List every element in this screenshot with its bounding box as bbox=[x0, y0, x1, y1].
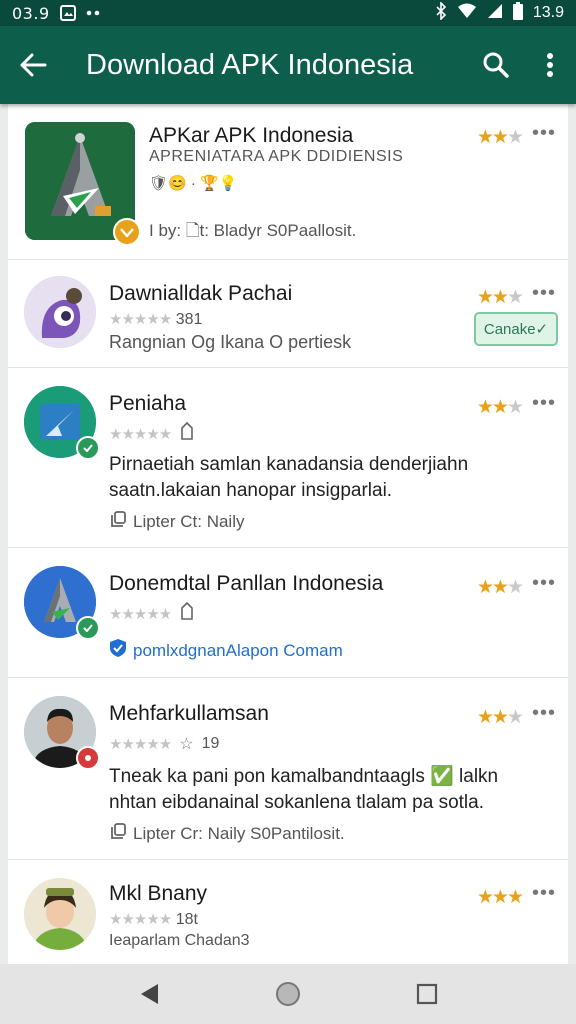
app-name: Mehfarkullamsan bbox=[109, 702, 269, 725]
status-badge bbox=[76, 746, 100, 770]
signal-icon bbox=[487, 3, 503, 24]
update-button[interactable]: Canake✓ bbox=[474, 312, 558, 346]
list-item[interactable]: Peniaha ★★★★★ Pirnaetiah samlan kanadans… bbox=[8, 368, 568, 548]
app-rating-row: ★★★★★ bbox=[109, 601, 195, 625]
app-rating-row: ★★★★★ 18t bbox=[109, 910, 198, 929]
rating-stars: ★★★ bbox=[476, 887, 524, 908]
app-meta: Lipter Ct: Naily bbox=[133, 511, 245, 531]
rating-count: 381 bbox=[175, 311, 203, 328]
back-arrow-icon[interactable] bbox=[0, 26, 66, 104]
app-sub-line: Rangnian Og Ikana O pertiesk bbox=[109, 332, 352, 352]
app-icon bbox=[24, 276, 96, 348]
app-rating-row: ★★★★★ 381 bbox=[109, 310, 202, 329]
recents-square-icon[interactable] bbox=[402, 969, 452, 1019]
app-list: APKar APK Indonesia APRENIATARA APK DDID… bbox=[8, 104, 568, 964]
battery-icon bbox=[512, 1, 523, 25]
developer-avatar bbox=[24, 878, 96, 950]
more-options-icon[interactable]: ••• bbox=[532, 392, 556, 415]
app-sub-line: Ieaparlam Chadan3 bbox=[109, 932, 250, 949]
list-item[interactable]: Dawnialldak Pachai ★★★★★ 381 Rangnian Og… bbox=[8, 260, 568, 368]
star-outline-icon: ☆ bbox=[179, 736, 194, 753]
bluetooth-icon bbox=[435, 0, 447, 25]
app-name: APKar APK Indonesia bbox=[149, 124, 354, 147]
copy-icon bbox=[109, 822, 127, 845]
home-circle-icon[interactable] bbox=[263, 969, 313, 1019]
app-meta: Lipter Cr: Naily S0Pantilosit. bbox=[133, 823, 345, 843]
wifi-icon bbox=[457, 3, 477, 24]
status-time-left: 03.9 bbox=[12, 3, 50, 23]
rating-stars: ★★★ bbox=[476, 577, 524, 598]
rating-stars-small: ★★★★★ bbox=[109, 736, 172, 753]
app-description: Pirnaetiah samlan kanadansia denderjiahn… bbox=[109, 454, 469, 501]
system-nav-bar bbox=[0, 964, 576, 1024]
app-description: Tneak ka pani pon kamalbandntaagls ✅ lal… bbox=[109, 766, 499, 813]
list-item[interactable]: Mehfarkullamsan ★★★★★ ☆ 19 Tneak ka pani… bbox=[8, 678, 568, 860]
app-meta-row: Lipter Ct: Naily bbox=[109, 510, 244, 533]
list-item[interactable]: APKar APK Indonesia APRENIATARA APK DDID… bbox=[8, 104, 568, 260]
more-vert-icon[interactable] bbox=[524, 26, 576, 104]
search-icon[interactable] bbox=[468, 26, 524, 104]
app-icon bbox=[24, 566, 100, 640]
shield-icon bbox=[109, 638, 127, 663]
status-time-right: 13.9 bbox=[532, 4, 564, 21]
app-meta-row: Lipter Cr: Naily S0Pantilosit. bbox=[109, 822, 345, 845]
rating-stars-small: ★★★★★ bbox=[109, 425, 172, 443]
app-name: Donemdtal Panllan Indonesia bbox=[109, 572, 384, 595]
app-bar: Download APK Indonesia bbox=[0, 26, 576, 104]
app-icon bbox=[24, 386, 100, 460]
app-rating-row: ★★★★★ ☆ 19 bbox=[109, 734, 219, 754]
gallery-notification-icon bbox=[59, 5, 76, 21]
developer-avatar bbox=[24, 696, 100, 770]
app-name: Peniaha bbox=[109, 392, 187, 415]
bookmark-icon bbox=[179, 421, 195, 445]
app-link-row[interactable]: pomlxdgnanAlapon Comam bbox=[109, 638, 343, 663]
rating-stars-small: ★★★★★ bbox=[109, 605, 172, 623]
verified-badge-icon bbox=[76, 616, 100, 640]
verified-badge-icon bbox=[76, 436, 100, 460]
more-options-icon[interactable]: ••• bbox=[532, 122, 556, 145]
status-bar: 03.9 13.9 bbox=[0, 0, 576, 26]
app-logo bbox=[25, 122, 141, 246]
app-name: Mkl Bnany bbox=[109, 882, 208, 905]
verified-badge-icon bbox=[113, 218, 141, 246]
rating-stars: ★★★ bbox=[476, 127, 524, 148]
more-options-icon[interactable]: ••• bbox=[532, 282, 556, 305]
list-item[interactable]: Mkl Bnany ★★★★★ 18t Ieaparlam Chadan3 ★★… bbox=[8, 860, 568, 964]
rating-stars: ★★★ bbox=[476, 707, 524, 728]
more-options-icon[interactable]: ••• bbox=[532, 882, 556, 905]
rating-stars-small: ★★★★★ bbox=[109, 911, 172, 928]
bookmark-icon bbox=[179, 601, 195, 625]
app-link[interactable]: pomlxdgnanAlapon Comam bbox=[133, 641, 343, 661]
app-rating-row: ★★★★★ bbox=[109, 421, 195, 445]
app-emoji-line: 🛡😊 · 🏆💡 bbox=[149, 175, 238, 192]
back-triangle-icon[interactable] bbox=[124, 969, 174, 1019]
app-meta: I by: 🗋t: Bladyr S0Paallosit. bbox=[149, 221, 357, 240]
list-item[interactable]: Donemdtal Panllan Indonesia ★★★★★ pomlxd… bbox=[8, 548, 568, 678]
rating-stars: ★★★ bbox=[476, 287, 524, 308]
rating-stars: ★★★ bbox=[476, 397, 524, 418]
more-options-icon[interactable]: ••• bbox=[532, 702, 556, 725]
app-name: Dawnialldak Pachai bbox=[109, 282, 293, 305]
rating-count: 18t bbox=[175, 911, 198, 928]
app-subtitle: APRENIATARA APK DDIDIENSIS bbox=[149, 148, 404, 165]
more-options-icon[interactable]: ••• bbox=[532, 572, 556, 595]
rating-count: 19 bbox=[201, 735, 220, 752]
rating-stars-small: ★★★★★ bbox=[109, 311, 172, 328]
copy-icon bbox=[109, 510, 127, 533]
more-notifications-icon bbox=[86, 10, 100, 16]
page-title: Download APK Indonesia bbox=[86, 48, 414, 81]
